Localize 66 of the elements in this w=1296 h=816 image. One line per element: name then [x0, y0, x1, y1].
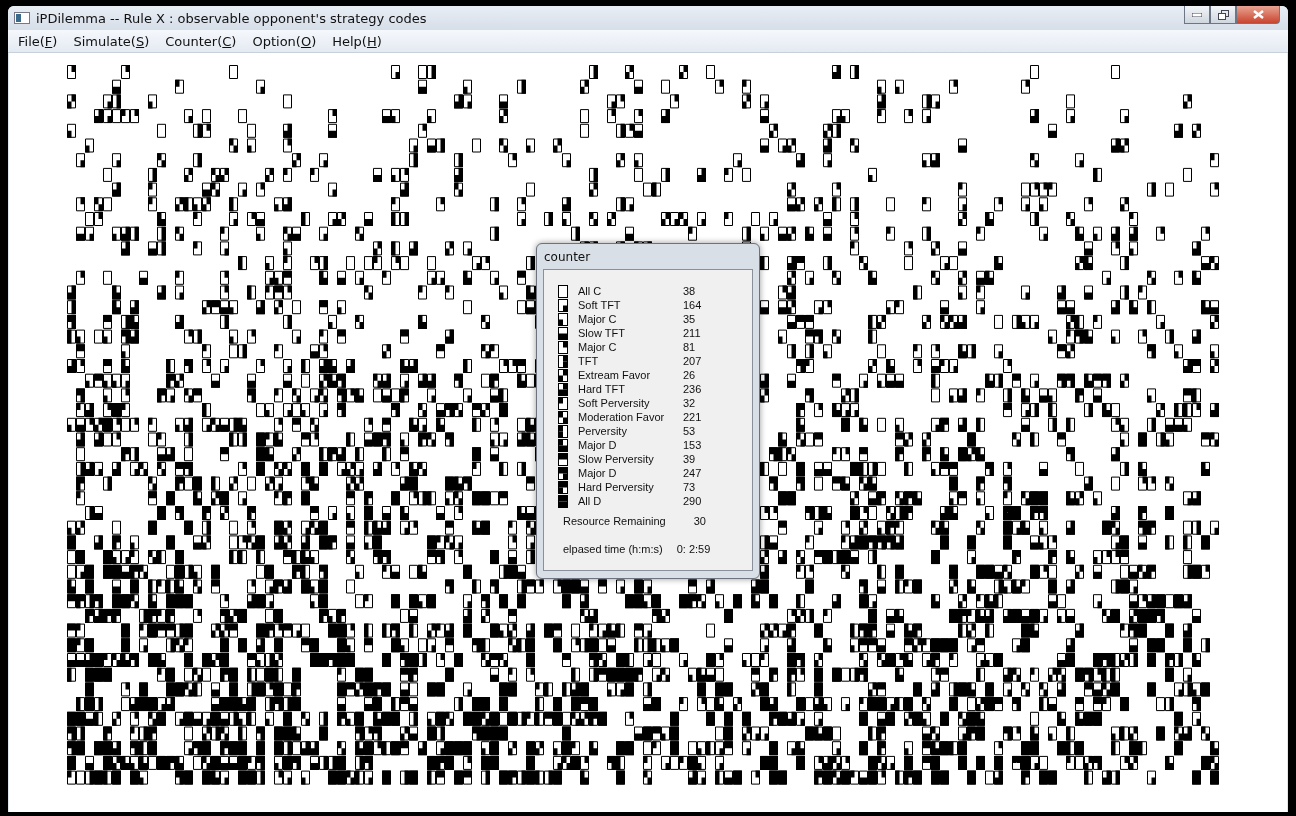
- strategy-count: 247: [683, 467, 703, 479]
- strategy-count: 236: [683, 383, 703, 395]
- window-title: iPDilemma -- Rule X : observable opponent's strategy codes: [36, 10, 428, 26]
- strategy-code-icon: [558, 340, 568, 354]
- strategy-code-icon: [558, 298, 568, 312]
- strategy-name: All D: [578, 495, 603, 507]
- strategy-name: Major D: [578, 467, 618, 479]
- strategy-code-icon: [558, 424, 568, 438]
- close-icon: [1252, 10, 1264, 19]
- strategy-code-icon: [558, 494, 568, 508]
- close-button[interactable]: [1236, 6, 1280, 24]
- strategy-count: 73: [683, 481, 697, 493]
- strategy-code-icon: [558, 452, 568, 466]
- restore-icon: [1217, 9, 1229, 20]
- strategy-name: Major D: [578, 439, 618, 451]
- strategy-count: 153: [683, 439, 703, 451]
- strategy-count: 211: [683, 327, 702, 339]
- app-icon: [14, 12, 30, 24]
- strategy-name: All C: [578, 285, 603, 297]
- strategy-count: 26: [683, 369, 697, 381]
- menu-item[interactable]: Simulate(S): [65, 33, 158, 49]
- strategy-name: Major C: [578, 341, 618, 353]
- strategy-count: 221: [683, 411, 703, 423]
- strategy-code-icon: [558, 480, 568, 494]
- restore-button[interactable]: [1210, 6, 1236, 24]
- menu-item[interactable]: File(F): [10, 33, 66, 49]
- menu-item[interactable]: Option(O): [244, 33, 325, 49]
- elapsed-value: 0: 2:59: [676, 543, 711, 555]
- strategy-name: Soft TFT: [578, 299, 622, 311]
- strategy-code-icon: [558, 354, 568, 368]
- strategy-code-icon: [558, 410, 568, 424]
- minimize-icon: [1192, 12, 1202, 17]
- strategy-name: Perversity: [578, 425, 628, 437]
- strategy-count: 35: [683, 313, 697, 325]
- strategy-count: 290: [683, 495, 703, 507]
- strategy-code-icon: [558, 438, 568, 452]
- strategy-name: Hard Perversity: [578, 481, 655, 493]
- strategy-name: Soft Perversity: [578, 397, 651, 409]
- strategy-name: Slow TFT: [578, 327, 626, 339]
- strategy-name: Major C: [578, 313, 618, 325]
- strategy-code-icon: [558, 368, 568, 382]
- strategy-name: Extream Favor: [578, 369, 652, 381]
- menu-item[interactable]: Counter(C): [157, 33, 245, 49]
- strategy-count: 38: [683, 285, 697, 297]
- resource-label: Resource Remaining: [563, 515, 666, 527]
- strategy-name: TFT: [578, 355, 600, 367]
- dialog-title: counter: [543, 249, 592, 266]
- resource-value: 30: [693, 515, 706, 527]
- strategy-code-icon: [558, 396, 568, 410]
- strategy-count: 39: [683, 453, 697, 465]
- strategy-code-icon: [558, 326, 568, 340]
- menu-item[interactable]: Help(H): [324, 33, 390, 49]
- strategy-count: 164: [683, 299, 703, 311]
- strategy-code-icon: [558, 466, 568, 480]
- elapsed-label: elpased time (h:m:s): [563, 543, 663, 555]
- strategy-code-icon: [558, 382, 568, 396]
- strategy-code-icon: [558, 284, 568, 298]
- strategy-name: Hard TFT: [578, 383, 626, 395]
- strategy-count: 207: [683, 355, 703, 367]
- strategy-name: Moderation Favor: [578, 411, 666, 423]
- strategy-name: Slow Perversity: [578, 453, 655, 465]
- strategy-count: 53: [683, 425, 697, 437]
- strategy-count: 32: [683, 397, 697, 409]
- strategy-count: 81: [683, 341, 697, 353]
- minimize-button[interactable]: [1184, 6, 1210, 24]
- strategy-code-icon: [558, 312, 568, 326]
